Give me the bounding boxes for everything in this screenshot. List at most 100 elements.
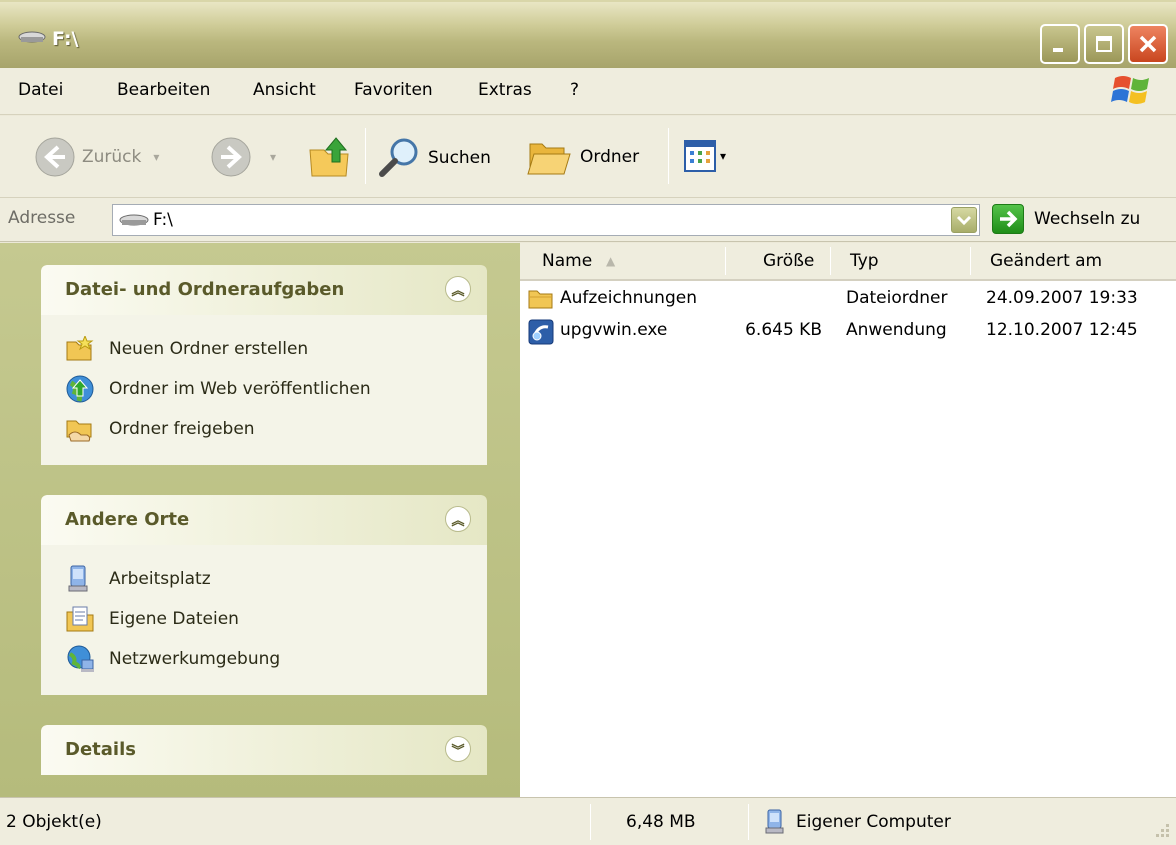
file-row[interactable]: upgvwin.exe 6.645 KB Anwendung 12.10.200…: [520, 317, 1176, 347]
go-arrow-icon: [1000, 210, 1018, 228]
go-label: Wechseln zu: [1034, 209, 1141, 229]
column-type[interactable]: Typ: [850, 251, 879, 271]
file-name: Aufzeichnungen: [560, 288, 697, 308]
toolbar: Zurück ▾ ▾ Suchen Ordner ▾: [0, 116, 1176, 198]
menu-help[interactable]: ?: [570, 80, 579, 100]
file-list[interactable]: Name ▲ Größe Typ Geändert am Aufzeichnun…: [520, 243, 1176, 797]
views-icon: [684, 140, 716, 172]
expand-icon[interactable]: ︾: [445, 736, 471, 762]
menu-bar: Datei Bearbeiten Ansicht Favoriten Extra…: [0, 68, 1176, 115]
status-bar: 2 Objekt(e) 6,48 MB Eigener Computer: [0, 797, 1176, 845]
my-computer-icon: [68, 565, 88, 592]
forward-button[interactable]: ▾: [210, 136, 276, 178]
share-folder-icon: [66, 420, 92, 442]
status-object-count: 2 Objekt(e): [6, 812, 102, 832]
collapse-icon[interactable]: ︽: [445, 276, 471, 302]
file-modified: 12.10.2007 12:45: [986, 320, 1138, 340]
menu-extras[interactable]: Extras: [478, 80, 532, 100]
search-icon: [379, 138, 418, 177]
close-icon: [1139, 35, 1157, 53]
column-name[interactable]: Name: [542, 251, 592, 271]
address-label: Adresse: [8, 208, 76, 228]
status-size: 6,48 MB: [626, 812, 696, 832]
views-button[interactable]: ▾: [684, 140, 726, 172]
menu-bearbeiten[interactable]: Bearbeiten: [117, 80, 210, 100]
menu-ansicht[interactable]: Ansicht: [253, 80, 316, 100]
folder-icon: [528, 290, 553, 309]
search-button[interactable]: Suchen: [376, 136, 491, 180]
other-places-panel: Andere Orte ︽ Arbeitsplatz Eigene Dateie…: [41, 495, 487, 695]
back-label: Zurück: [82, 147, 142, 167]
file-type: Dateiordner: [846, 288, 948, 308]
file-row[interactable]: Aufzeichnungen Dateiordner 24.09.2007 19…: [520, 285, 1176, 315]
maximize-button[interactable]: [1084, 24, 1124, 64]
file-size: 6.645 KB: [745, 320, 822, 340]
my-documents-icon: [66, 606, 94, 632]
folder-up-icon: [309, 137, 349, 177]
menu-datei[interactable]: Datei: [18, 80, 63, 100]
windows-logo-icon: [1111, 76, 1149, 104]
back-button[interactable]: Zurück ▾: [34, 136, 159, 178]
close-button[interactable]: [1128, 24, 1168, 64]
column-size[interactable]: Größe: [763, 251, 814, 271]
menu-favoriten[interactable]: Favoriten: [354, 80, 433, 100]
address-value: F:\: [153, 210, 173, 230]
back-arrow-icon: [35, 137, 75, 177]
chevron-down-icon: [956, 215, 972, 226]
web-publish-icon: [66, 375, 94, 403]
network-icon: [67, 645, 94, 672]
resize-grip-icon[interactable]: [1150, 820, 1172, 842]
sort-ascending-icon: ▲: [606, 254, 616, 268]
details-panel: Details ︾: [41, 725, 487, 775]
title-bar[interactable]: F:\: [0, 0, 1176, 68]
place-my-documents-label: Eigene Dateien: [109, 609, 239, 629]
task-share-folder[interactable]: Ordner freigeben: [65, 409, 487, 449]
task-pane: Datei- und Ordneraufgaben ︽ Neuen Ordner…: [0, 243, 520, 797]
search-label: Suchen: [428, 148, 491, 168]
task-new-folder-label: Neuen Ordner erstellen: [109, 339, 309, 359]
forward-arrow-icon: [211, 137, 251, 177]
other-places-header[interactable]: Andere Orte ︽: [41, 495, 487, 545]
place-my-computer-label: Arbeitsplatz: [109, 569, 211, 589]
file-modified: 24.09.2007 19:33: [986, 288, 1138, 308]
place-network-label: Netzwerkumgebung: [109, 649, 281, 669]
place-network[interactable]: Netzwerkumgebung: [65, 639, 487, 679]
my-computer-icon: [765, 809, 784, 834]
application-icon: [528, 319, 554, 345]
folders-button[interactable]: Ordner: [526, 136, 639, 178]
up-button[interactable]: [306, 134, 354, 180]
file-type: Anwendung: [846, 320, 947, 340]
task-publish-web[interactable]: Ordner im Web veröffentlichen: [65, 369, 487, 409]
column-header-row: Name ▲ Größe Typ Geändert am: [520, 243, 1176, 281]
details-title: Details: [65, 739, 136, 760]
minimize-icon: [1053, 48, 1063, 52]
new-folder-icon: [66, 336, 94, 361]
details-header[interactable]: Details ︾: [41, 725, 487, 775]
task-new-folder[interactable]: Neuen Ordner erstellen: [65, 329, 487, 369]
place-my-documents[interactable]: Eigene Dateien: [65, 599, 487, 639]
file-tasks-title: Datei- und Ordneraufgaben: [65, 279, 345, 300]
place-my-computer[interactable]: Arbeitsplatz: [65, 559, 487, 599]
forward-dropdown-icon[interactable]: ▾: [270, 150, 276, 164]
column-modified[interactable]: Geändert am: [990, 251, 1102, 271]
address-input[interactable]: F:\: [112, 204, 980, 236]
other-places-title: Andere Orte: [65, 509, 190, 530]
file-tasks-header[interactable]: Datei- und Ordneraufgaben ︽: [41, 265, 487, 315]
task-share-folder-label: Ordner freigeben: [109, 419, 255, 439]
maximize-icon: [1096, 36, 1112, 52]
status-zone: Eigener Computer: [796, 812, 951, 832]
collapse-icon[interactable]: ︽: [445, 506, 471, 532]
minimize-button[interactable]: [1040, 24, 1080, 64]
back-dropdown-icon[interactable]: ▾: [153, 150, 159, 164]
file-name: upgvwin.exe: [560, 320, 668, 340]
task-publish-web-label: Ordner im Web veröffentlichen: [109, 379, 371, 399]
window-title: F:\: [52, 28, 79, 50]
address-dropdown-button[interactable]: [951, 207, 977, 233]
go-button[interactable]: Wechseln zu: [992, 204, 1140, 234]
drive-icon: [119, 214, 149, 226]
views-dropdown-icon[interactable]: ▾: [720, 149, 726, 163]
folders-label: Ordner: [580, 147, 640, 167]
file-tasks-panel: Datei- und Ordneraufgaben ︽ Neuen Ordner…: [41, 265, 487, 465]
drive-icon: [18, 31, 46, 43]
address-bar: Adresse F:\ Wechseln zu: [0, 198, 1176, 242]
